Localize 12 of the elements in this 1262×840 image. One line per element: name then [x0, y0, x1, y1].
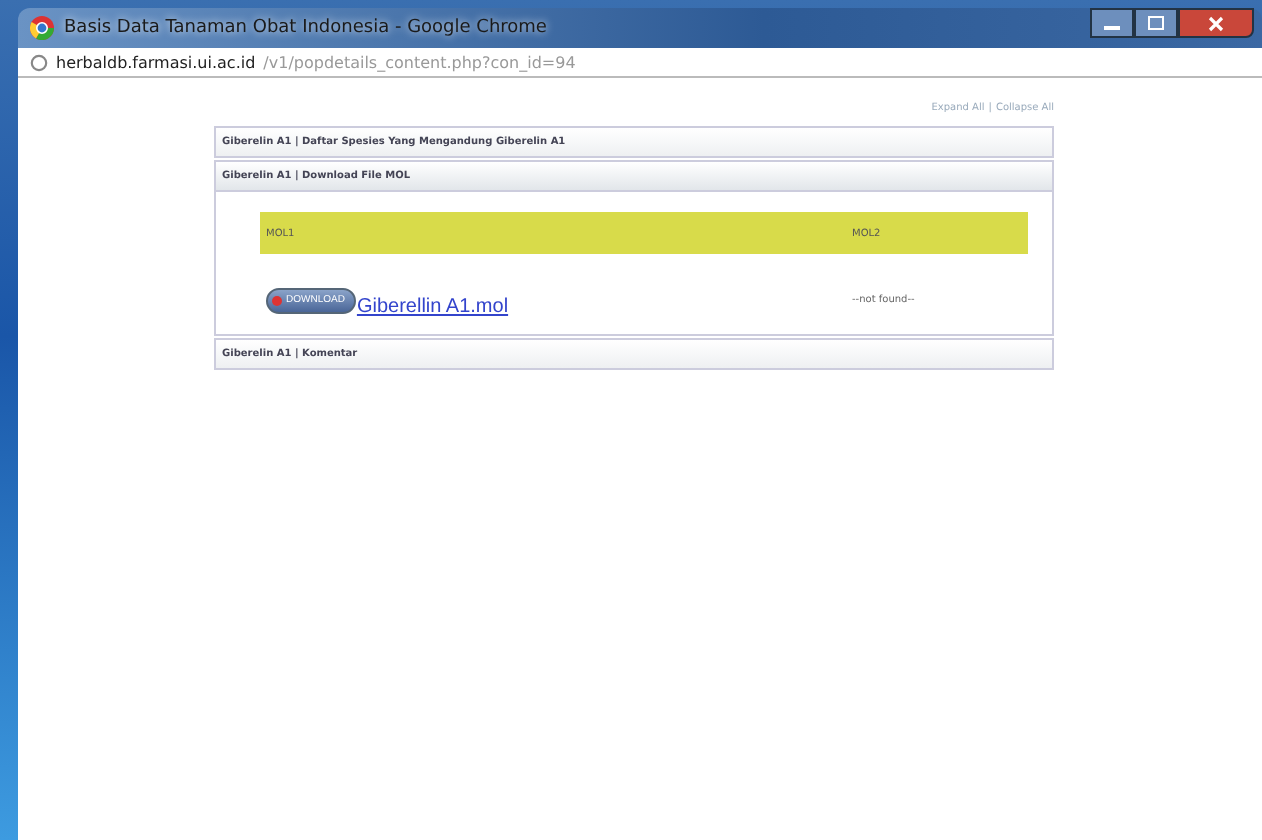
window-title: Basis Data Tanaman Obat Indonesia - Google Chrome: [64, 18, 547, 38]
file-link[interactable]: Giberellin A1.mol: [356, 295, 509, 317]
browser-logo-icon: [30, 16, 54, 40]
page-icon: [30, 53, 48, 71]
minimize-button[interactable]: [1090, 8, 1134, 38]
url-path: /v1/popdetails_content.php?con_id=94: [263, 53, 576, 71]
address-bar[interactable]: herbaldb.farmasi.ui.ac.id /v1/popdetails_content.php?con_id=94: [18, 48, 1262, 78]
maximize-icon: [1148, 16, 1164, 30]
close-icon: [1208, 15, 1224, 31]
maximize-button[interactable]: [1134, 8, 1178, 38]
close-button[interactable]: [1178, 8, 1254, 38]
url-host: herbaldb.farmasi.ui.ac.id: [56, 53, 256, 71]
